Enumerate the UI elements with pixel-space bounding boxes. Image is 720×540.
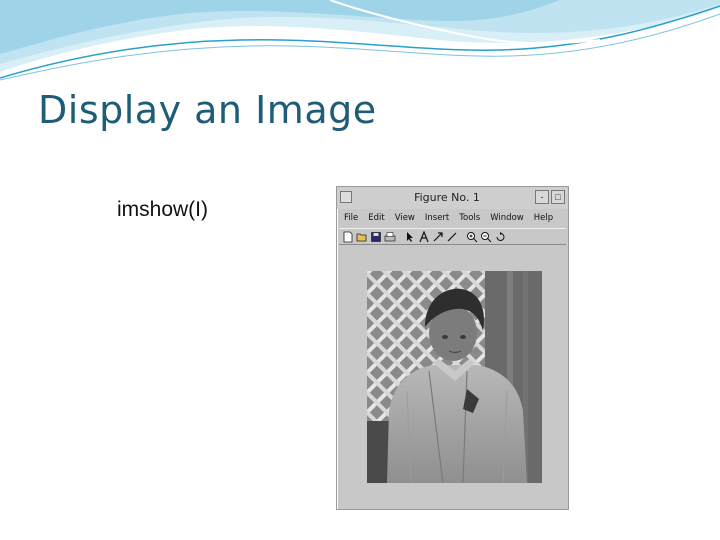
menu-help[interactable]: Help: [529, 213, 558, 223]
save-icon[interactable]: [370, 231, 382, 243]
line-icon[interactable]: [446, 231, 458, 243]
arrow-icon[interactable]: [404, 231, 416, 243]
code-text: imshow(I): [117, 198, 209, 221]
rotate-icon[interactable]: [494, 231, 506, 243]
figure-canvas: [339, 247, 566, 509]
menu-edit[interactable]: Edit: [363, 213, 389, 223]
open-icon[interactable]: [356, 231, 368, 243]
zoom-out-icon[interactable]: [480, 231, 492, 243]
print-icon[interactable]: [384, 231, 396, 243]
slide-title: Display an Image: [38, 88, 377, 132]
header-wave-decoration: [0, 0, 720, 81]
matlab-figure-window: Figure No. 1 - □ File Edit View Insert T…: [336, 186, 569, 510]
window-title: Figure No. 1: [414, 191, 480, 204]
displayed-photo: [367, 271, 542, 483]
menu-tools[interactable]: Tools: [454, 213, 485, 223]
figure-toolbar: [339, 228, 566, 245]
window-titlebar[interactable]: Figure No. 1 - □: [337, 187, 568, 209]
menu-insert[interactable]: Insert: [420, 213, 454, 223]
menu-bar: File Edit View Insert Tools Window Help: [339, 210, 566, 226]
arrow-line-icon[interactable]: [432, 231, 444, 243]
menu-window[interactable]: Window: [485, 213, 529, 223]
menu-view[interactable]: View: [390, 213, 420, 223]
text-icon[interactable]: [418, 230, 430, 243]
new-icon[interactable]: [342, 231, 354, 243]
system-menu-icon[interactable]: [340, 191, 352, 203]
menu-file[interactable]: File: [339, 213, 363, 223]
minimize-button[interactable]: -: [535, 190, 549, 204]
zoom-in-icon[interactable]: [466, 231, 478, 243]
maximize-button[interactable]: □: [551, 190, 565, 204]
